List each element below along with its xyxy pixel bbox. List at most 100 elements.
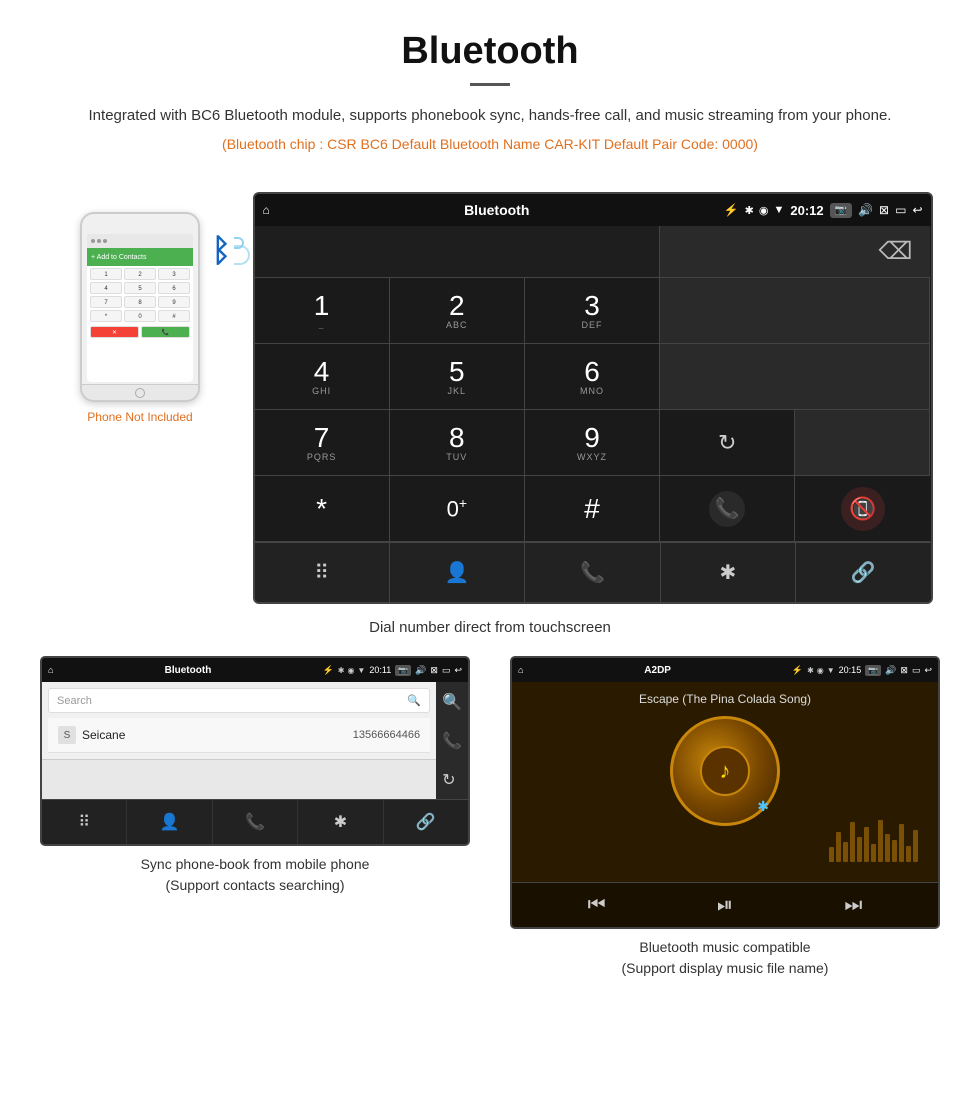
sidebar-search-icon[interactable]: 🔍 (442, 692, 462, 712)
eq-bar (906, 846, 911, 862)
music-home-icon: ⌂ (518, 665, 523, 675)
dial-key-5[interactable]: 5 JKL (390, 344, 525, 410)
phonebook-main: Search 🔍 S Seicane 13566664466 (42, 682, 436, 799)
dial-key-6[interactable]: 6 MNO (525, 344, 660, 410)
pb-home-icon: ⌂ (48, 665, 53, 675)
phonebook-panel: ⌂ Bluetooth ⚡ ✱◉▼ 20:11 📷 🔊 ⊠ ▭ ↩ Sear (30, 656, 480, 979)
song-title: Escape (The Pina Colada Song) (639, 692, 811, 706)
location-icon: ◉ (759, 204, 769, 217)
eq-bar (878, 820, 883, 862)
dial-display (255, 226, 661, 278)
backspace-icon[interactable]: ⌫ (879, 237, 913, 266)
layout-icon: ▭ (895, 203, 906, 217)
page-title: Bluetooth (60, 30, 920, 73)
main-caption: Dial number direct from touchscreen (0, 619, 980, 636)
screen-title: Bluetooth (276, 202, 718, 218)
usb-icon: ⚡ (724, 203, 739, 217)
dial-key-3[interactable]: 3 DEF (525, 278, 660, 344)
music-status-bar: ⌂ A2DP ⚡ ✱◉▼ 20:15 📷 🔊 ⊠ ▭ ↩ (512, 658, 938, 682)
dial-key-hash[interactable]: # (525, 476, 660, 542)
music-status-icons: ✱◉▼ (807, 666, 835, 675)
pb-nav-phone[interactable]: 📞 (213, 800, 298, 844)
music-usb-icon: ⚡ (792, 665, 803, 676)
hangup-button[interactable]: 📵 (795, 476, 930, 542)
phone-keypad: 123 456 789 *0# ✕ 📞 (87, 266, 193, 342)
sidebar-phone-icon[interactable]: 📞 (442, 731, 462, 751)
phonebook-content: Search 🔍 S Seicane 13566664466 (42, 682, 436, 759)
music-back-icon[interactable]: ↩ (924, 665, 932, 676)
search-bar[interactable]: Search 🔍 (48, 688, 430, 713)
dial-empty-r1 (660, 278, 930, 344)
pb-cam-icon: 📷 (395, 665, 411, 676)
pb-usb-icon: ⚡ (323, 665, 334, 676)
dial-key-8[interactable]: 8 TUV (390, 410, 525, 476)
eq-bar (899, 824, 904, 862)
call-green-icon: 📞 (709, 491, 745, 527)
phonebook-caption: Sync phone-book from mobile phone (Suppo… (141, 854, 370, 896)
next-track-button[interactable]: ⏭ (844, 894, 862, 917)
status-time: 20:12 (790, 203, 823, 218)
pb-nav-contacts[interactable]: 👤 (127, 800, 212, 844)
pb-nav-settings[interactable]: 🔗 (384, 800, 468, 844)
nav-dialpad[interactable]: ⠿ (255, 543, 390, 602)
call-button[interactable]: 📞 (660, 476, 795, 542)
dial-key-1[interactable]: 1 _ (255, 278, 390, 344)
backspace-area: ⌫ (660, 226, 930, 278)
music-time: 20:15 (839, 665, 862, 675)
pb-nav-dialpad[interactable]: ⠿ (42, 800, 127, 844)
volume-icon: 🔊 (858, 203, 873, 217)
eq-bar (836, 832, 841, 862)
pb-title: Bluetooth (57, 665, 318, 676)
nav-contacts[interactable]: 👤 (390, 543, 525, 602)
music-caption: Bluetooth music compatible (Support disp… (622, 937, 829, 979)
pb-nav-bluetooth[interactable]: ✱ (298, 800, 383, 844)
eq-bar (857, 837, 862, 862)
phone-screen: + Add to Contacts 123 456 789 * (87, 234, 193, 382)
dial-key-9[interactable]: 9 WXYZ (525, 410, 660, 476)
eq-bar (913, 830, 918, 862)
eq-bar (850, 822, 855, 862)
music-layout-icon: ▭ (912, 665, 921, 676)
eq-bar (871, 844, 876, 862)
music-cam-icon: 📷 (865, 665, 881, 676)
back-icon[interactable]: ↩ (912, 203, 922, 217)
music-screen-icon: ⊠ (900, 665, 908, 676)
nav-settings[interactable]: 🔗 (796, 543, 930, 602)
phonebook-status-bar: ⌂ Bluetooth ⚡ ✱◉▼ 20:11 📷 🔊 ⊠ ▭ ↩ (42, 658, 468, 682)
prev-track-button[interactable]: ⏮ (588, 894, 606, 917)
equalizer-bars (829, 812, 918, 862)
nav-phone[interactable]: 📞 (525, 543, 660, 602)
status-home-icon: ⌂ (263, 203, 270, 217)
eq-bar (892, 840, 897, 862)
main-demo-section: + Add to Contacts 123 456 789 * (0, 182, 980, 609)
camera-icon: 📷 (830, 203, 852, 218)
dialpad-grid: 1 _ 2 ABC 3 DEF 4 GHI 5 JKL 6 (255, 278, 931, 542)
play-pause-button[interactable]: ⏯ (717, 894, 733, 917)
nav-bluetooth[interactable]: ✱ (661, 543, 796, 602)
phonebook-empty-space (42, 759, 436, 799)
eq-bar (843, 842, 848, 862)
contact-number: 13566664466 (353, 729, 420, 741)
bluetooth-status-icon: ✱ (745, 204, 754, 217)
contact-entry[interactable]: S Seicane 13566664466 (48, 718, 430, 753)
music-note-icon: ♪ (720, 758, 731, 784)
dial-key-4[interactable]: 4 GHI (255, 344, 390, 410)
eq-bar (829, 847, 834, 862)
pb-layout-icon: ▭ (442, 665, 451, 676)
contact-letter: S (58, 726, 76, 744)
dial-key-0[interactable]: 0+ (390, 476, 525, 542)
dial-key-2[interactable]: 2 ABC (390, 278, 525, 344)
sidebar-reload-icon[interactable]: ↻ (442, 770, 462, 790)
title-divider (470, 83, 510, 86)
music-controls: ⏮ ⏯ ⏭ (512, 882, 938, 927)
bottom-panels: ⌂ Bluetooth ⚡ ✱◉▼ 20:11 📷 🔊 ⊠ ▭ ↩ Sear (0, 656, 980, 979)
dial-empty-r3b (795, 410, 930, 476)
reload-button[interactable]: ↻ (660, 410, 795, 476)
dial-key-7[interactable]: 7 PQRS (255, 410, 390, 476)
search-icon: 🔍 (407, 694, 421, 707)
pb-back-icon[interactable]: ↩ (454, 665, 462, 676)
search-placeholder: Search (57, 695, 407, 707)
dial-key-star[interactable]: * (255, 476, 390, 542)
music-album-area: ♪ ✱ (522, 716, 928, 826)
phonebook-sidebar: 🔍 📞 ↻ (436, 682, 468, 799)
